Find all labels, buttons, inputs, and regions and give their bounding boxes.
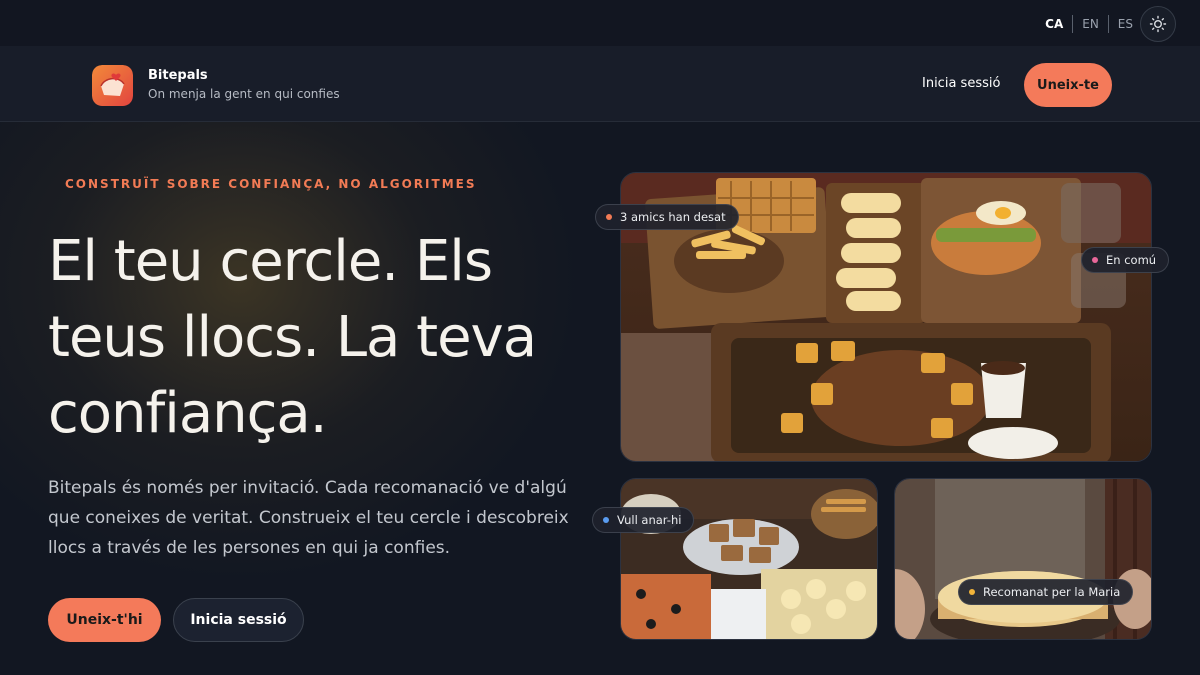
sun-icon: [1149, 15, 1167, 33]
status-dot: [603, 517, 609, 523]
language-bar: CA EN ES: [0, 0, 1200, 46]
header-login-link[interactable]: Inicia sessió: [922, 76, 1000, 91]
status-dot: [1092, 257, 1098, 263]
language-switcher: CA EN ES: [1036, 14, 1142, 34]
login-button[interactable]: Inicia sessió: [173, 598, 304, 642]
bitepals-logo[interactable]: [92, 65, 133, 106]
brand-name: Bitepals: [148, 68, 208, 83]
badge-want-to-go: Vull anar-hi: [592, 507, 695, 533]
hero-description: Bitepals és només per invitació. Cada re…: [48, 478, 569, 558]
status-dot: [606, 214, 612, 220]
lang-en[interactable]: EN: [1073, 14, 1108, 34]
join-button[interactable]: Uneix-t'hi: [48, 598, 161, 642]
badge-in-common: En comú: [1081, 247, 1170, 273]
lang-es[interactable]: ES: [1109, 14, 1142, 34]
badge-label: Vull anar-hi: [617, 513, 682, 527]
header-join-button[interactable]: Uneix-te: [1024, 63, 1112, 107]
badge-label: Recomanat per la Maria: [983, 585, 1121, 599]
food-photo-cake: [894, 478, 1152, 640]
hero-eyebrow: CONSTRUÏT SOBRE CONFIANÇA, NO ALGORITMES: [65, 177, 477, 191]
hero-headline: El teu cercle. Els teus llocs. La teva c…: [48, 229, 537, 446]
status-dot: [969, 589, 975, 595]
brand-tagline: On menja la gent en qui confies: [148, 87, 340, 101]
lang-ca[interactable]: CA: [1036, 14, 1072, 34]
theme-toggle-button[interactable]: [1140, 6, 1176, 42]
badge-label: 3 amics han desat: [620, 210, 726, 224]
badge-friends-saved: 3 amics han desat: [595, 204, 739, 230]
site-header: Bitepals On menja la gent en qui confies…: [0, 46, 1200, 122]
badge-label: En comú: [1106, 253, 1157, 267]
food-photo-tapas: [620, 478, 878, 640]
badge-recommended: Recomanat per la Maria: [958, 579, 1134, 605]
